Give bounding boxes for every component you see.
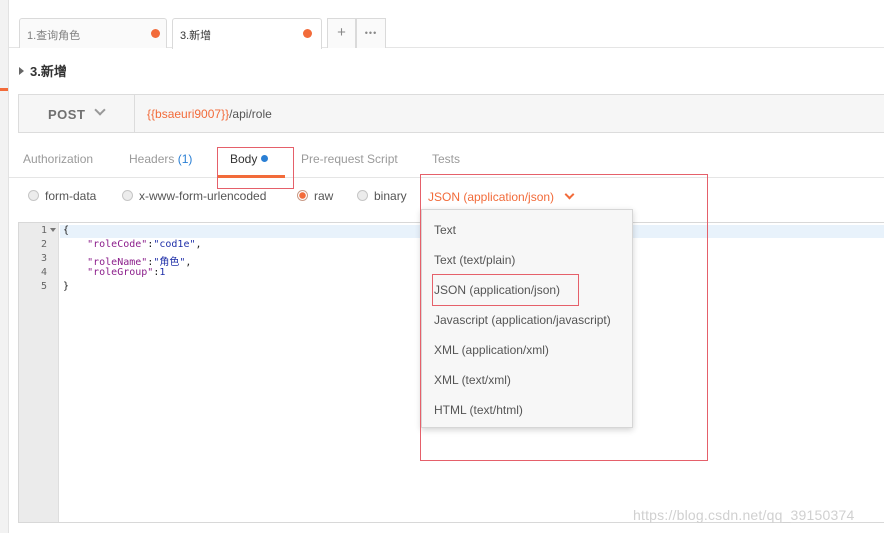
fold-arrow-icon[interactable] — [50, 228, 56, 232]
url-variable: {{bsaeuri9007}} — [147, 107, 230, 121]
radio-form-data[interactable]: form-data — [28, 189, 96, 203]
tab-query-role[interactable]: 1.查询角色 — [19, 18, 167, 48]
url-bar: POST {{bsaeuri9007}}/api/role — [18, 94, 884, 133]
radio-urlencoded[interactable]: x-www-form-urlencoded — [122, 189, 266, 203]
json-value: "cod1e" — [153, 239, 196, 250]
ellipsis-icon: ••• — [364, 28, 378, 38]
radio-label: raw — [314, 189, 334, 203]
chevron-down-icon — [94, 104, 106, 116]
code-line: } — [63, 281, 69, 292]
editor-gutter: 1 2 3 4 5 — [19, 223, 59, 522]
radio-circle — [28, 190, 39, 201]
tab-label: 3.新增 — [180, 30, 212, 42]
json-key: "roleGroup" — [87, 267, 154, 278]
code-line: "roleGroup":1 — [87, 267, 166, 278]
subtab-headers-label: Headers — [129, 152, 175, 166]
radio-label: x-www-form-urlencoded — [139, 189, 267, 203]
subtab-headers[interactable]: Headers (1) — [129, 152, 192, 166]
subtab-authorization[interactable]: Authorization — [23, 152, 93, 166]
line-number: 5 — [40, 281, 47, 292]
code-brace: { — [63, 225, 70, 236]
code-brace: } — [63, 281, 70, 292]
tab-label: 1.查询角色 — [27, 30, 81, 42]
watermark: https://blog.csdn.net/qq_39150374 — [633, 507, 855, 523]
tab-add[interactable]: 3.新增 — [172, 18, 322, 49]
json-value: 1 — [159, 267, 166, 278]
code-line: "roleCode":"cod1e", — [87, 239, 202, 250]
url-input[interactable]: {{bsaeuri9007}}/api/role — [147, 107, 272, 121]
unsaved-dot-icon — [151, 29, 160, 38]
sidebar-accent — [0, 88, 8, 91]
radio-circle — [357, 190, 368, 201]
url-path: /api/role — [229, 107, 272, 121]
highlight-box-content-type — [420, 174, 708, 461]
sidebar-strip — [0, 0, 9, 533]
subtab-tests[interactable]: Tests — [432, 152, 460, 166]
line-number: 4 — [40, 267, 47, 278]
plus-icon: + — [337, 24, 346, 41]
subtab-prerequest[interactable]: Pre-request Script — [301, 152, 398, 166]
headers-count: (1) — [177, 152, 193, 166]
request-tab-bar: 1.查询角色 3.新增 + ••• — [9, 0, 884, 49]
add-tab-button[interactable]: + — [327, 18, 356, 48]
request-title-text: 3.新增 — [30, 64, 67, 79]
line-number: 3 — [40, 253, 47, 264]
radio-binary[interactable]: binary — [357, 189, 407, 203]
code-line: "roleName":"角色", — [87, 257, 192, 268]
highlight-box-json-option — [432, 274, 579, 306]
radio-circle-selected — [297, 190, 308, 201]
line-number: 2 — [40, 239, 47, 250]
method-label: POST — [48, 107, 86, 122]
request-title[interactable]: 3.新增 — [19, 61, 67, 80]
caret-right-icon — [19, 67, 24, 75]
highlight-box-body-tab — [217, 147, 294, 189]
radio-label: binary — [374, 189, 407, 203]
unsaved-dot-icon — [303, 29, 312, 38]
more-tabs-button[interactable]: ••• — [356, 18, 386, 48]
code-line: { — [63, 225, 69, 236]
json-key: "roleCode" — [87, 239, 148, 250]
method-select[interactable]: POST — [19, 95, 135, 132]
radio-raw[interactable]: raw — [297, 189, 333, 203]
line-number: 1 — [40, 225, 47, 236]
radio-circle — [122, 190, 133, 201]
radio-label: form-data — [45, 189, 97, 203]
